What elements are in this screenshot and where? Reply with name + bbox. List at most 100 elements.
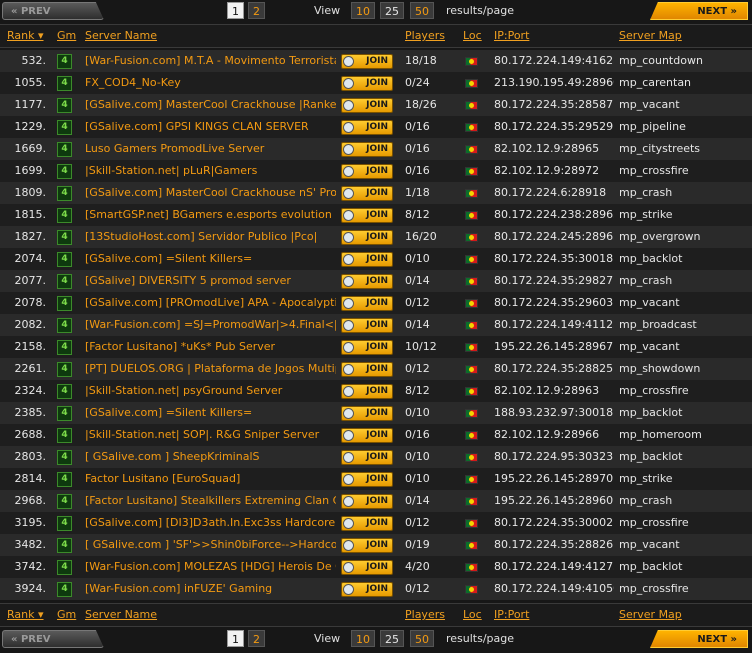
server-name-link[interactable]: FX_COD4_No-Key	[85, 72, 336, 94]
server-name-link[interactable]: [War-Fusion.com] M.T.A - Movimento Terro…	[85, 50, 336, 72]
table-row[interactable]: 3195. 4 [GSalive.com] [DI3]D3ath.In.Exc3ss…	[0, 512, 752, 534]
prev-button-bottom[interactable]: « PREV	[2, 630, 104, 648]
table-row[interactable]: 1669. 4 Luso Gamers PromodLive Server JOIN 0…	[0, 138, 752, 160]
server-name-link[interactable]: [13StudioHost.com] Servidor Publico |Pco…	[85, 226, 336, 248]
page-1-button-bottom[interactable]: 1	[227, 630, 244, 647]
view-25-button[interactable]: 25	[380, 2, 404, 19]
server-name-link[interactable]: Factor Lusitano [EuroSquad]	[85, 468, 336, 490]
sort-server-map-bottom[interactable]: Server Map	[619, 604, 682, 626]
server-name-link[interactable]: |Skill-Station.net| pLuR|Gamers	[85, 160, 336, 182]
join-button[interactable]: JOIN	[341, 230, 393, 245]
table-row[interactable]: 2803. 4 [ GSalive.com ] SheepKriminalS JOIN…	[0, 446, 752, 468]
page-1-button[interactable]: 1	[227, 2, 244, 19]
view-50-button-bottom[interactable]: 50	[410, 630, 434, 647]
join-button[interactable]: JOIN	[341, 340, 393, 355]
server-name-link[interactable]: [GSalive.com] =Silent Killers=	[85, 248, 336, 270]
server-name-link[interactable]: [GSalive.com] =Silent Killers=	[85, 402, 336, 424]
prev-button[interactable]: « PREV	[2, 2, 104, 20]
sort-server-map[interactable]: Server Map	[619, 25, 682, 47]
join-button[interactable]: JOIN	[341, 54, 393, 69]
sort-players-bottom[interactable]: Players	[405, 604, 445, 626]
view-10-button-bottom[interactable]: 10	[351, 630, 375, 647]
table-row[interactable]: 1809. 4 [GSalive.com] MasterCool Crackhous…	[0, 182, 752, 204]
join-button[interactable]: JOIN	[341, 274, 393, 289]
join-button[interactable]: JOIN	[341, 208, 393, 223]
join-button[interactable]: JOIN	[341, 252, 393, 267]
table-row[interactable]: 2968. 4 [Factor Lusitano] Stealkillers Ext…	[0, 490, 752, 512]
join-button[interactable]: JOIN	[341, 428, 393, 443]
join-button[interactable]: JOIN	[341, 76, 393, 91]
server-name-link[interactable]: |Skill-Station.net| SOP|. R&G Sniper Ser…	[85, 424, 336, 446]
join-button[interactable]: JOIN	[341, 384, 393, 399]
server-name-link[interactable]: [ GSalive.com ] SheepKriminalS	[85, 446, 336, 468]
join-button[interactable]: JOIN	[341, 582, 393, 597]
join-button[interactable]: JOIN	[341, 472, 393, 487]
table-row[interactable]: 1229. 4 [GSalive.com] GPSI KINGS CLAN SERV…	[0, 116, 752, 138]
page-2-button-bottom[interactable]: 2	[248, 630, 265, 647]
server-name-link[interactable]: [GSalive.com] [DI3]D3ath.In.Exc3ss Hardc…	[85, 512, 336, 534]
table-row[interactable]: 3742. 4 [War-Fusion.com] MOLEZAS [HDG] Her…	[0, 556, 752, 578]
join-button[interactable]: JOIN	[341, 560, 393, 575]
view-25-button-bottom[interactable]: 25	[380, 630, 404, 647]
table-row[interactable]: 1699. 4 |Skill-Station.net| pLuR|Gamers JOI…	[0, 160, 752, 182]
server-name-link[interactable]: [War-Fusion.com] =SJ=PromodWar|>4.Final<…	[85, 314, 336, 336]
server-name-link[interactable]: [GSalive.com] GPSI KINGS CLAN SERVER	[85, 116, 336, 138]
server-name-link[interactable]: [Factor Lusitano] Stealkillers Extreming…	[85, 490, 336, 512]
sort-gm-bottom[interactable]: Gm	[57, 604, 76, 626]
sort-rank-bottom[interactable]: Rank ▾	[7, 604, 44, 626]
table-row[interactable]: 1827. 4 [13StudioHost.com] Servidor Public…	[0, 226, 752, 248]
table-row[interactable]: 3482. 4 [ GSalive.com ] 'SF'>>Shin0biForce…	[0, 534, 752, 556]
join-button[interactable]: JOIN	[341, 164, 393, 179]
table-row[interactable]: 2082. 4 [War-Fusion.com] =SJ=PromodWar|>4.…	[0, 314, 752, 336]
sort-rank[interactable]: Rank ▾	[7, 25, 44, 47]
server-name-link[interactable]: [GSalive.com] MasterCool Crackhouse |Ran…	[85, 94, 336, 116]
server-name-link[interactable]: [Factor Lusitano] *uKs* Pub Server	[85, 336, 336, 358]
sort-players[interactable]: Players	[405, 25, 445, 47]
join-button[interactable]: JOIN	[341, 450, 393, 465]
table-row[interactable]: 2385. 4 [GSalive.com] =Silent Killers= JOIN…	[0, 402, 752, 424]
table-row[interactable]: 2814. 4 Factor Lusitano [EuroSquad] JOIN 0/1…	[0, 468, 752, 490]
server-name-link[interactable]: [ GSalive.com ] 'SF'>>Shin0biForce-->Har…	[85, 534, 336, 556]
table-row[interactable]: 532. 4 [War-Fusion.com] M.T.A - Movimento …	[0, 50, 752, 72]
join-button[interactable]: JOIN	[341, 186, 393, 201]
join-button[interactable]: JOIN	[341, 318, 393, 333]
next-button-bottom[interactable]: NEXT »	[650, 630, 748, 648]
server-name-link[interactable]: [GSalive] DIVERSITY 5 promod server	[85, 270, 336, 292]
join-button[interactable]: JOIN	[341, 538, 393, 553]
join-button[interactable]: JOIN	[341, 142, 393, 157]
next-button[interactable]: NEXT »	[650, 2, 748, 20]
table-row[interactable]: 1815. 4 [SmartGSP.net] BGamers e.esports e…	[0, 204, 752, 226]
server-name-link[interactable]: |Skill-Station.net| psyGround Server	[85, 380, 336, 402]
server-name-link[interactable]: [PT] DUELOS.ORG | Plataforma de Jogos Mu…	[85, 358, 336, 380]
sort-server-name-bottom[interactable]: Server Name	[85, 604, 157, 626]
sort-server-name[interactable]: Server Name	[85, 25, 157, 47]
server-name-link[interactable]: [War-Fusion.com] inFUZE' Gaming	[85, 578, 336, 600]
table-row[interactable]: 2078. 4 [GSalive.com] [PROmodLive] APA - A…	[0, 292, 752, 314]
server-name-link[interactable]: Luso Gamers PromodLive Server	[85, 138, 336, 160]
table-row[interactable]: 3924. 4 [War-Fusion.com] inFUZE' Gaming JOI…	[0, 578, 752, 600]
join-button[interactable]: JOIN	[341, 406, 393, 421]
server-name-link[interactable]: [SmartGSP.net] BGamers e.esports evoluti…	[85, 204, 336, 226]
table-row[interactable]: 2688. 4 |Skill-Station.net| SOP|. R&G Snip…	[0, 424, 752, 446]
sort-loc-bottom[interactable]: Loc	[463, 604, 482, 626]
join-button[interactable]: JOIN	[341, 516, 393, 531]
sort-ip-port-bottom[interactable]: IP:Port	[494, 604, 529, 626]
table-row[interactable]: 2261. 4 [PT] DUELOS.ORG | Plataforma de Jo…	[0, 358, 752, 380]
view-50-button[interactable]: 50	[410, 2, 434, 19]
table-row[interactable]: 2074. 4 [GSalive.com] =Silent Killers= JOIN…	[0, 248, 752, 270]
server-name-link[interactable]: [War-Fusion.com] MOLEZAS [HDG] Herois De…	[85, 556, 336, 578]
join-button[interactable]: JOIN	[341, 98, 393, 113]
view-10-button[interactable]: 10	[351, 2, 375, 19]
join-button[interactable]: JOIN	[341, 120, 393, 135]
table-row[interactable]: 2158. 4 [Factor Lusitano] *uKs* Pub Server…	[0, 336, 752, 358]
sort-gm[interactable]: Gm	[57, 25, 76, 47]
join-button[interactable]: JOIN	[341, 494, 393, 509]
table-row[interactable]: 1055. 4 FX_COD4_No-Key JOIN 0/24 213.190.195.…	[0, 72, 752, 94]
page-2-button[interactable]: 2	[248, 2, 265, 19]
table-row[interactable]: 2324. 4 |Skill-Station.net| psyGround Serv…	[0, 380, 752, 402]
table-row[interactable]: 1177. 4 [GSalive.com] MasterCool Crackhous…	[0, 94, 752, 116]
join-button[interactable]: JOIN	[341, 296, 393, 311]
table-row[interactable]: 2077. 4 [GSalive] DIVERSITY 5 promod serve…	[0, 270, 752, 292]
sort-ip-port[interactable]: IP:Port	[494, 25, 529, 47]
server-name-link[interactable]: [GSalive.com] [PROmodLive] APA - Apocaly…	[85, 292, 336, 314]
